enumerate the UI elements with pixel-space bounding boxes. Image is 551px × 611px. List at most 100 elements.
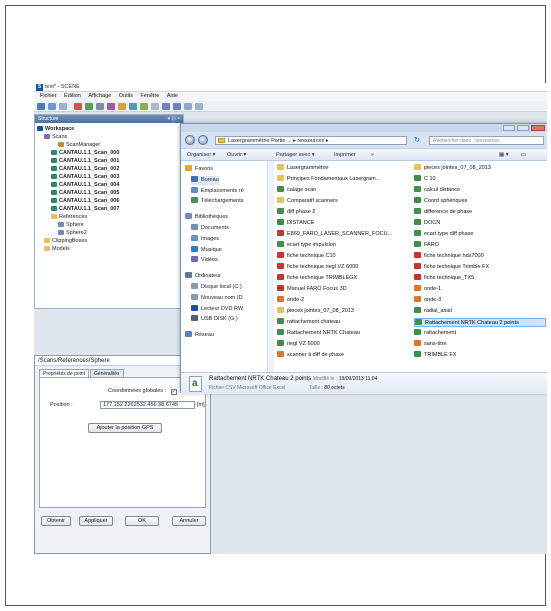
file-item[interactable]: radial_axial [414,307,546,316]
nav-item[interactable]: Lecteur DVD RW [191,304,243,314]
cancel-button[interactable]: Annuler [172,516,206,526]
file-item[interactable]: rattachement [414,329,546,338]
planar-view-icon[interactable] [129,103,137,110]
tree-item[interactable]: CANTAU.1.1_Scan_006 [37,197,183,205]
file-item[interactable]: DISTANCE [277,219,411,228]
nav-item[interactable]: Vidéos [191,256,218,265]
tree-item[interactable]: ScanManager [37,141,183,149]
tree-item[interactable]: CANTAU.1.1_Scan_004 [37,181,183,189]
nav-item[interactable]: Favoris [185,165,213,174]
nav-item[interactable]: Emplacements ré [191,186,244,196]
file-item[interactable]: fiche technique_TX5 [414,274,546,283]
menu-fenetre[interactable]: Fenêtre [140,92,159,101]
nav-item[interactable]: Musique [191,245,222,255]
file-item[interactable]: Manuel FARO Focus 3D [277,285,411,294]
address-bar[interactable]: Lasergrammétrie Partie ... ▸ ressources … [215,136,407,145]
tree-item[interactable]: Scans [37,133,183,141]
cut-icon[interactable] [96,103,104,110]
file-item[interactable]: ecart type diff phase [414,230,546,239]
save-icon[interactable] [48,103,56,110]
file-item[interactable]: onde-1 [414,285,546,294]
nav-item[interactable]: Ordinateur [185,272,221,281]
tree-item[interactable]: CANTAU.1.1_Scan_005 [37,189,183,197]
file-item[interactable]: calcul distance [414,186,546,195]
nav-item[interactable]: Nouveau nom (D [191,293,243,303]
nav-item[interactable]: Réseau [185,331,214,340]
tree-item[interactable]: Workspace [37,125,183,133]
file-item[interactable]: riegl VZ 6000 [277,340,411,349]
add-gps-position-button[interactable]: Ajouter la position GPS [88,423,162,433]
menu-edition[interactable]: Edition [64,92,81,101]
tree-item[interactable]: Sphere2 [37,229,183,237]
tree-item[interactable]: CANTAU.1.1_Scan_003 [37,173,183,181]
file-item[interactable]: onde-2 [277,296,411,305]
file-item[interactable]: C 10 [414,175,546,184]
menu-aide[interactable]: Aide [167,92,178,101]
quick-view-icon[interactable] [140,103,148,110]
back-button[interactable]: ‹ [185,135,195,145]
file-item[interactable]: ecart type impulsion [277,241,411,250]
tree-item[interactable]: References [37,213,183,221]
file-item[interactable]: pieces jointes_07_08_2013 [277,307,411,316]
tree-item[interactable]: Sphere [37,221,183,229]
file-item[interactable]: fiche technique TRIMBLEGX [277,274,411,283]
global-coords-checkbox[interactable]: ✓ [170,389,177,395]
file-item[interactable]: TRIMBLE FX [414,351,546,360]
tree-item[interactable]: CANTAU.1.1_Scan_002 [37,165,183,173]
file-item[interactable]: fiche technique hds7000 [414,252,546,261]
forward-button[interactable]: › [198,135,208,145]
menu-outils[interactable]: Outils [119,92,133,101]
obtain-button[interactable]: Obtenir [41,516,71,526]
tab-point-properties[interactable]: Propriétés de point [39,369,89,377]
open-icon[interactable] [37,103,45,110]
nav-item[interactable]: Bureau [191,175,219,185]
file-item[interactable]: calage scan [277,186,411,195]
file-item[interactable]: Principes Fondamentaux Lasergram... [277,175,411,184]
fit-icon[interactable] [184,103,192,110]
file-item[interactable]: E869_FARO_LASER_SCANNER_FOCU... [277,230,411,239]
measure-icon[interactable] [151,103,159,110]
file-item[interactable]: fiche technique riegl VZ 6000 [277,263,411,272]
file-item[interactable]: Rattachement NRTK Chateau [277,329,411,338]
ok-button[interactable]: OK [125,516,159,526]
zoom-in-icon[interactable] [162,103,170,110]
tree-item[interactable]: ClippingBoxes [37,237,183,245]
file-item[interactable]: Coord sphériques [414,197,546,206]
search-input[interactable]: Rechercher dans : ressources [429,136,544,145]
nav-scrollbar[interactable] [267,161,273,372]
zoom-out-icon[interactable] [173,103,181,110]
panel-controls[interactable]: ▾ ⊡ × [168,115,180,123]
redo-icon[interactable] [85,103,93,110]
select-icon[interactable] [195,103,203,110]
menu-fichier[interactable]: Fichier [40,92,57,101]
nav-item[interactable]: Images [191,234,219,244]
nav-item[interactable]: USB DISK (G:) [191,315,238,324]
nav-item[interactable]: Téléchargements [191,197,244,206]
file-item[interactable]: Lasergrammétrie [277,164,411,173]
refresh-icon[interactable]: ↻ [411,136,423,145]
tab-general[interactable]: Généralités [89,369,124,377]
file-item[interactable]: fiche technique C10 [277,252,411,261]
file-item[interactable]: Rattachement NRTK Chateau 2 points [414,318,546,327]
file-item[interactable]: sans-titre [414,340,546,349]
tree-item[interactable]: CANTAU.1.1_Scan_001 [37,157,183,165]
file-item[interactable]: diff phase 2 [277,208,411,217]
import-icon[interactable] [59,103,67,110]
nav-item[interactable]: Disque local (C:) [191,283,242,292]
view-3d-icon[interactable] [107,103,115,110]
undo-icon[interactable] [74,103,82,110]
file-item[interactable]: rattachement chateau [277,318,411,327]
nav-item[interactable]: Documents [191,224,229,233]
file-item[interactable]: fiche technique Trimble FX [414,263,546,272]
file-item[interactable]: pieces jointes_07_08_2013 [414,164,546,173]
file-item[interactable]: onde-3 [414,296,546,305]
tree-item[interactable]: CANTAU.1.1_Scan_007 [37,205,183,213]
file-item[interactable]: FARO [414,241,546,250]
file-item[interactable]: difference de phase [414,208,546,217]
home-view-icon[interactable] [118,103,126,110]
close-button[interactable] [531,125,545,131]
menu-affichage[interactable]: Affichage [88,92,111,101]
position-field[interactable]: 177.152 2262532.456 38.6745 [100,401,195,409]
file-item[interactable]: Comparatif scanners [277,197,411,206]
file-item[interactable]: scanner à diff de phase [277,351,411,360]
